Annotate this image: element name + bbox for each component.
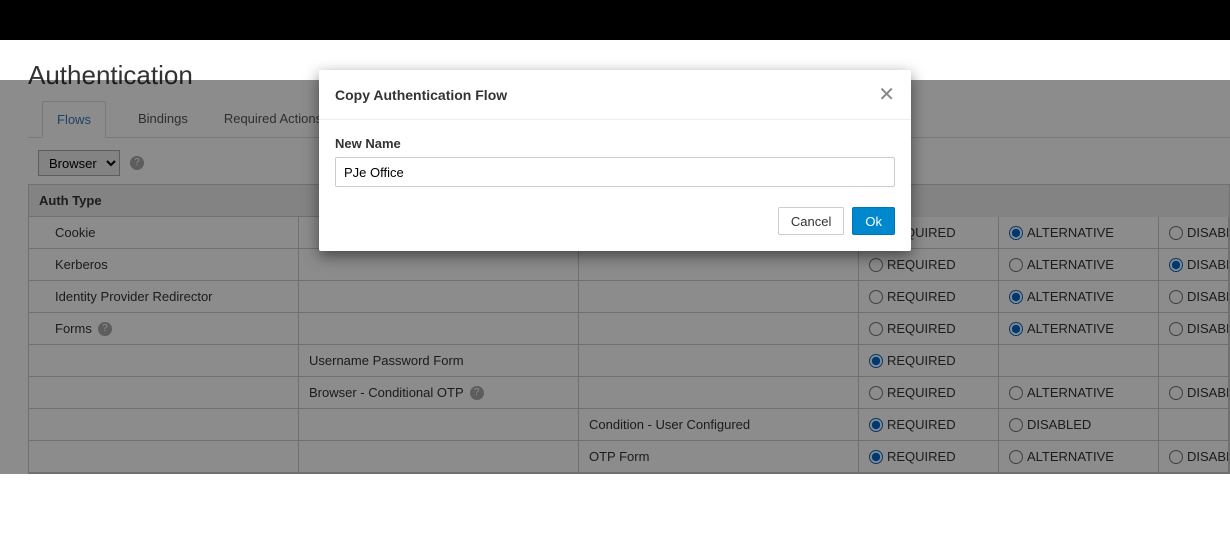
new-name-label: New Name — [335, 136, 895, 151]
new-name-input[interactable] — [335, 157, 895, 187]
cancel-button[interactable]: Cancel — [778, 207, 844, 235]
ok-button[interactable]: Ok — [852, 207, 895, 235]
app-top-bar — [0, 0, 1230, 40]
modal-title: Copy Authentication Flow — [335, 87, 507, 103]
copy-flow-modal: Copy Authentication Flow ✕ New Name Canc… — [319, 70, 911, 251]
close-icon[interactable]: ✕ — [878, 82, 895, 107]
